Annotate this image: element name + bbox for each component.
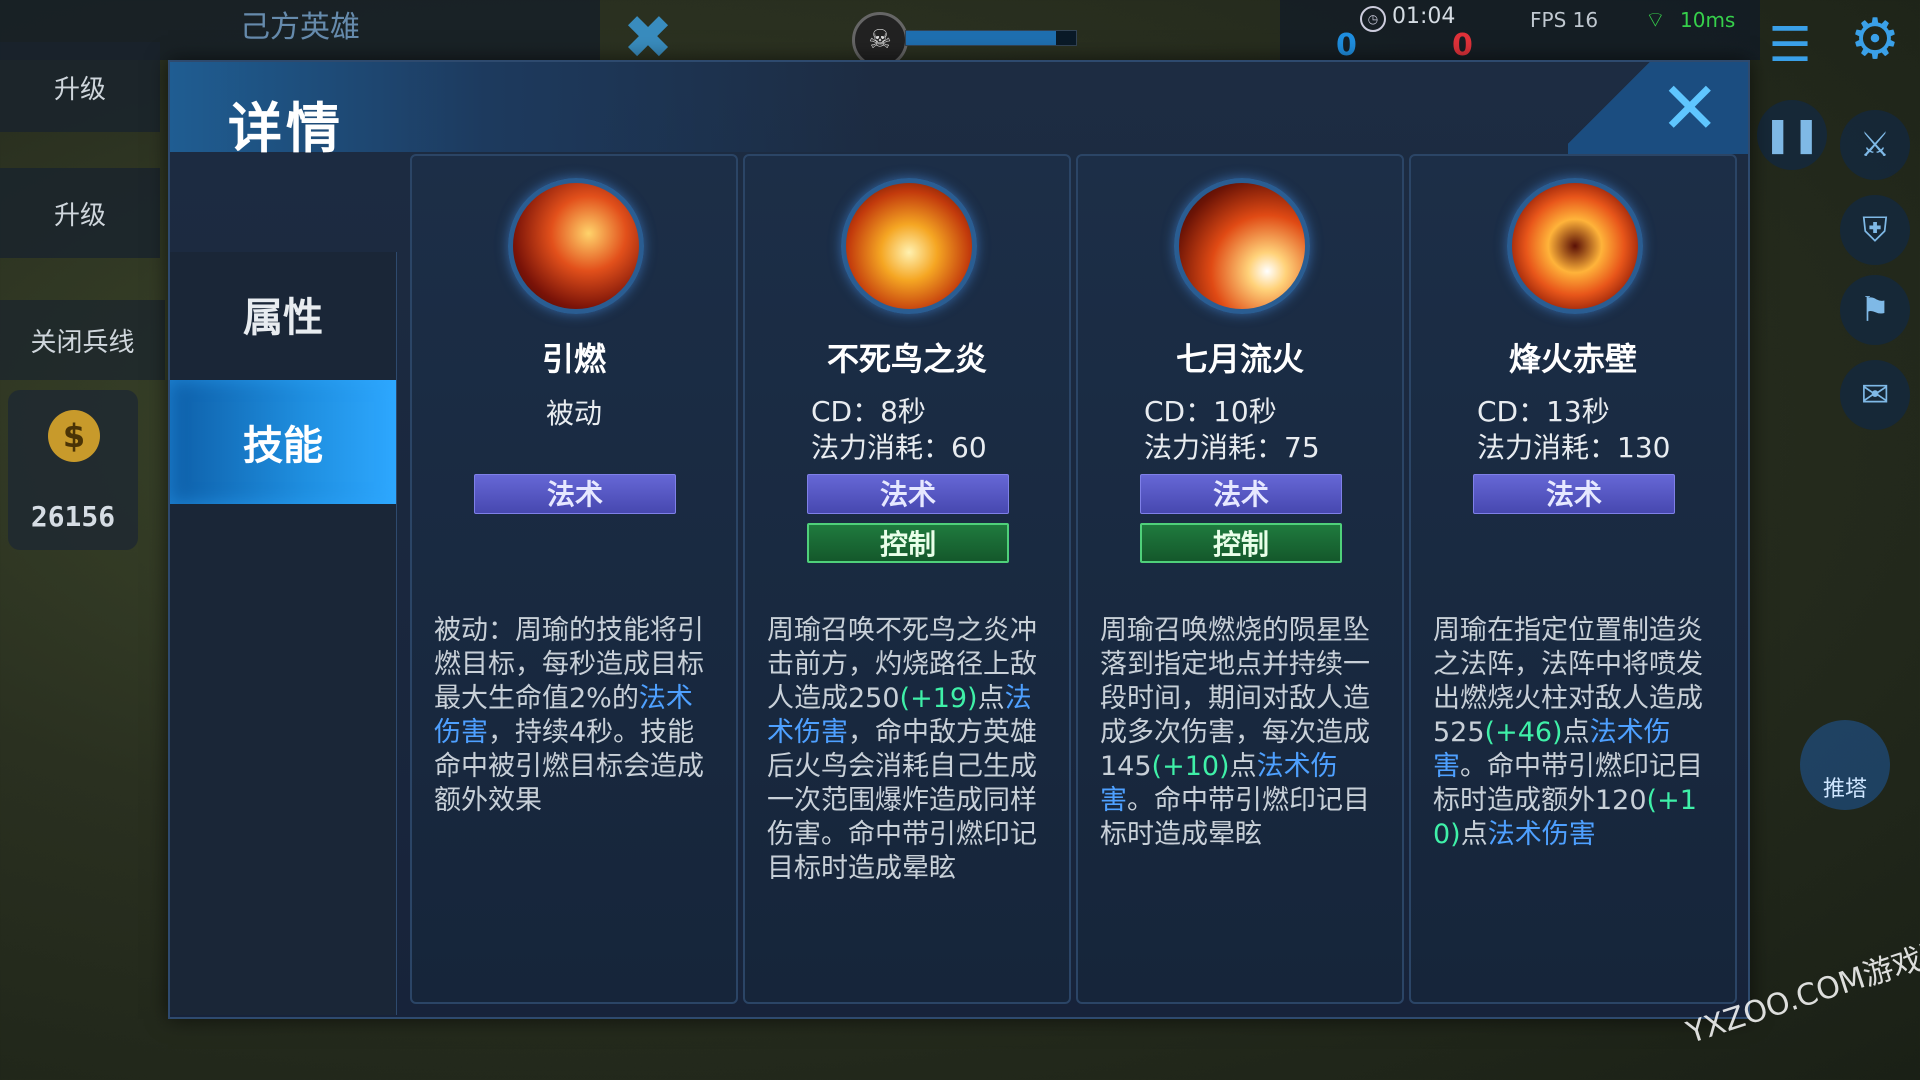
skill-card-2: 七月流火 CD：10秒 法力消耗：75 法术 控制 周瑜召唤燃烧的陨星坠落到指定… [1076,154,1404,1004]
close-minion-button[interactable]: 关闭兵线 [0,300,165,380]
skill-name: 烽火赤壁 [1508,340,1637,378]
skill-mana-cost: 法力消耗：75 [1144,431,1320,464]
detail-tabs: 属性 技能 [170,252,397,1015]
sword-icon[interactable]: ⚔ [1840,110,1910,180]
skill-mana-cost: 法力消耗：130 [1477,431,1671,464]
top-progress-bar [905,30,1077,46]
tab-skills[interactable]: 技能 [170,380,396,504]
tag-magic: 法术 [474,474,676,514]
tag-magic: 法术 [807,474,1009,514]
skill-mana-cost: 法力消耗：60 [811,431,987,464]
ally-heroes-title: 己方英雄 [240,10,360,45]
description-text: 。命中带引燃印记目标时造成晕眩 [1100,785,1370,850]
skill-description: 周瑜在指定位置制造炎之法阵，法阵中将喷发出燃烧火柱对敌人造成525(+46)点法… [1433,614,1717,852]
push-tower-button[interactable]: 推塔 [1800,720,1890,810]
skill-card-passive: 引燃 被动 法术 被动：周瑜的技能将引燃目标，每秒造成目标最大生命值2%的法术伤… [410,154,738,1004]
flame-comets-icon [508,178,644,314]
tab-attributes[interactable]: 属性 [170,252,396,376]
fire-ring-icon [1507,178,1643,314]
enemy-score: 0 [1452,28,1473,63]
ping-readout: 10ms [1680,8,1736,32]
skill-description: 周瑜召唤不死鸟之炎冲击前方，灼烧路径上敌人造成250(+19)点法术伤害，命中敌… [767,614,1051,886]
skill-cooldown: CD：10秒 [1144,395,1277,428]
money-bag-icon: $ [48,410,100,462]
pause-icon[interactable]: ❚❚ [1757,100,1827,170]
upgrade-button-1[interactable]: 升级 [0,42,160,132]
gold-count: 26156 [30,500,116,533]
skill-name: 七月流火 [1175,340,1304,378]
flag-icon[interactable]: ⚑ [1840,275,1910,345]
modal-title: 详情 [228,97,344,160]
fps-readout: FPS 16 [1530,8,1599,32]
meteor-icon [1174,178,1310,314]
description-text: 点 [1562,717,1590,748]
menu-list-icon[interactable]: ☰ [1765,20,1815,70]
description-text: 点 [1229,751,1257,782]
chat-icon[interactable]: ✉ [1840,360,1910,430]
tag-magic: 法术 [1473,474,1675,514]
clock-icon: ◷ [1360,6,1386,32]
description-text: 点 [977,683,1005,714]
game-time: 01:04 [1392,4,1456,29]
gear-icon[interactable]: ⚙ [1845,10,1905,70]
skill-name: 不死鸟之炎 [826,340,987,378]
close-icon: ✕ [1659,66,1720,150]
close-button[interactable]: ✕ [1568,62,1748,154]
close-x-icon: ✖ [622,3,674,73]
push-tower-label: 推塔 [1822,777,1867,802]
skills-list: 引燃 被动 法术 被动：周瑜的技能将引燃目标，每秒造成目标最大生命值2%的法术伤… [410,154,1737,1006]
skill-cooldown: CD：8秒 [811,395,926,428]
phoenix-icon [841,178,977,314]
tag-control: 控制 [807,523,1009,563]
modal-header [170,62,1748,152]
skill-description: 周瑜召唤燃烧的陨星坠落到指定地点并持续一段时间，期间对敌人造成多次伤害，每次造成… [1100,614,1384,852]
skill-type-passive: 被动 [545,397,602,430]
ally-score: 0 [1336,28,1357,63]
skill-description: 被动：周瑜的技能将引燃目标，每秒造成目标最大生命值2%的法术伤害，持续4秒。技能… [434,614,718,818]
scaling-value: (+19) [899,683,978,714]
skill-name: 引燃 [541,340,606,378]
shield-icon[interactable]: ⛨ [1840,195,1910,265]
tag-magic: 法术 [1140,474,1342,514]
skill-card-ultimate: 烽火赤壁 CD：13秒 法力消耗：130 法术 周瑜在指定位置制造炎之法阵，法阵… [1409,154,1737,1004]
skill-card-1: 不死鸟之炎 CD：8秒 法力消耗：60 法术 控制 周瑜召唤不死鸟之炎冲击前方，… [743,154,1071,1004]
details-modal: 详情 ✕ 属性 技能 引燃 被动 法术 被动：周瑜的技能将引燃目标，每秒造成目标… [168,60,1750,1019]
tag-control: 控制 [1140,523,1342,563]
skill-cooldown: CD：13秒 [1477,395,1610,428]
scaling-value: (+10) [1151,751,1230,782]
gold-panel[interactable]: $ 26156 [8,390,138,550]
description-text: 点 [1460,819,1488,850]
wifi-icon: ⌔ [1645,8,1666,33]
upgrade-button-2[interactable]: 升级 [0,168,160,258]
scaling-value: (+46) [1484,717,1563,748]
magic-damage-term: 法术伤害 [1487,819,1596,850]
